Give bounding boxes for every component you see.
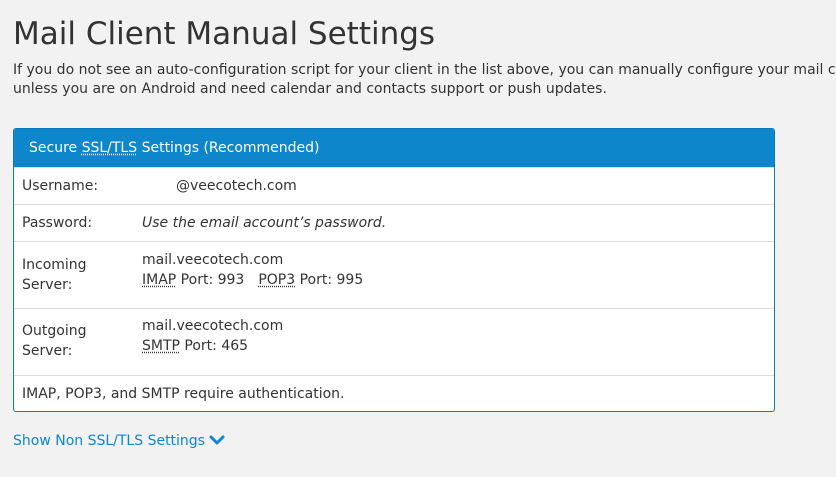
outgoing-ports: SMTP Port: 465	[142, 336, 283, 356]
auth-note-row: IMAP, POP3, and SMTP require authenticat…	[14, 375, 774, 411]
username-label: Username:	[22, 178, 99, 194]
outgoing-server-value: mail.veecotech.com SMTP Port: 465	[142, 316, 283, 356]
panel-header: Secure SSL/TLS Settings (Recommended)	[14, 129, 774, 167]
description-line-1: If you do not see an auto-configuration …	[13, 62, 836, 78]
imap-port: Port: 993	[176, 272, 245, 288]
outgoing-server-label: Outgoing Server:	[22, 323, 87, 359]
secure-settings-panel: Secure SSL/TLS Settings (Recommended) Us…	[13, 128, 775, 412]
username-value: @veecotech.com	[142, 176, 297, 196]
username-row: Username: @veecotech.com	[14, 167, 774, 204]
page-description: If you do not see an auto-configuration …	[13, 61, 836, 99]
incoming-server-value: mail.veecotech.com IMAP Port: 993 POP3 Po…	[142, 250, 363, 290]
show-non-ssl-settings-link[interactable]: Show Non SSL/TLS Settings	[13, 431, 225, 451]
chevron-down-icon	[209, 435, 225, 445]
panel-header-suffix: Settings (Recommended)	[137, 140, 320, 156]
incoming-host: mail.veecotech.com	[142, 252, 284, 268]
show-non-ssl-settings-label: Show Non SSL/TLS Settings	[13, 433, 205, 449]
panel-header-prefix: Secure	[29, 140, 82, 156]
password-value: Use the email account’s password.	[142, 215, 387, 231]
description-line-2: unless you are on Android and need calen…	[13, 81, 607, 97]
imap-abbr: IMAP	[142, 272, 177, 288]
smtp-port: Port: 465	[179, 338, 249, 354]
incoming-server-row: Incoming Server: mail.veecotech.com IMAP…	[14, 241, 774, 308]
ssl-tls-abbr: SSL/TLS	[81, 140, 138, 156]
page: Mail Client Manual Settings If you do no…	[0, 0, 836, 477]
pop3-port: Port: 995	[295, 272, 364, 288]
incoming-ports: IMAP Port: 993 POP3 Port: 995	[142, 270, 363, 290]
outgoing-host: mail.veecotech.com	[142, 318, 284, 334]
password-label: Password:	[22, 215, 93, 231]
incoming-server-label: Incoming Server:	[22, 257, 87, 293]
pop3-abbr: POP3	[258, 272, 296, 288]
password-row: Password: Use the email account’s passwo…	[14, 204, 774, 241]
auth-note: IMAP, POP3, and SMTP require authenticat…	[22, 386, 345, 402]
smtp-abbr: SMTP	[142, 338, 180, 354]
outgoing-server-row: Outgoing Server: mail.veecotech.com SMTP…	[14, 308, 774, 375]
username-domain: @veecotech.com	[176, 178, 297, 194]
page-title: Mail Client Manual Settings	[13, 16, 436, 52]
